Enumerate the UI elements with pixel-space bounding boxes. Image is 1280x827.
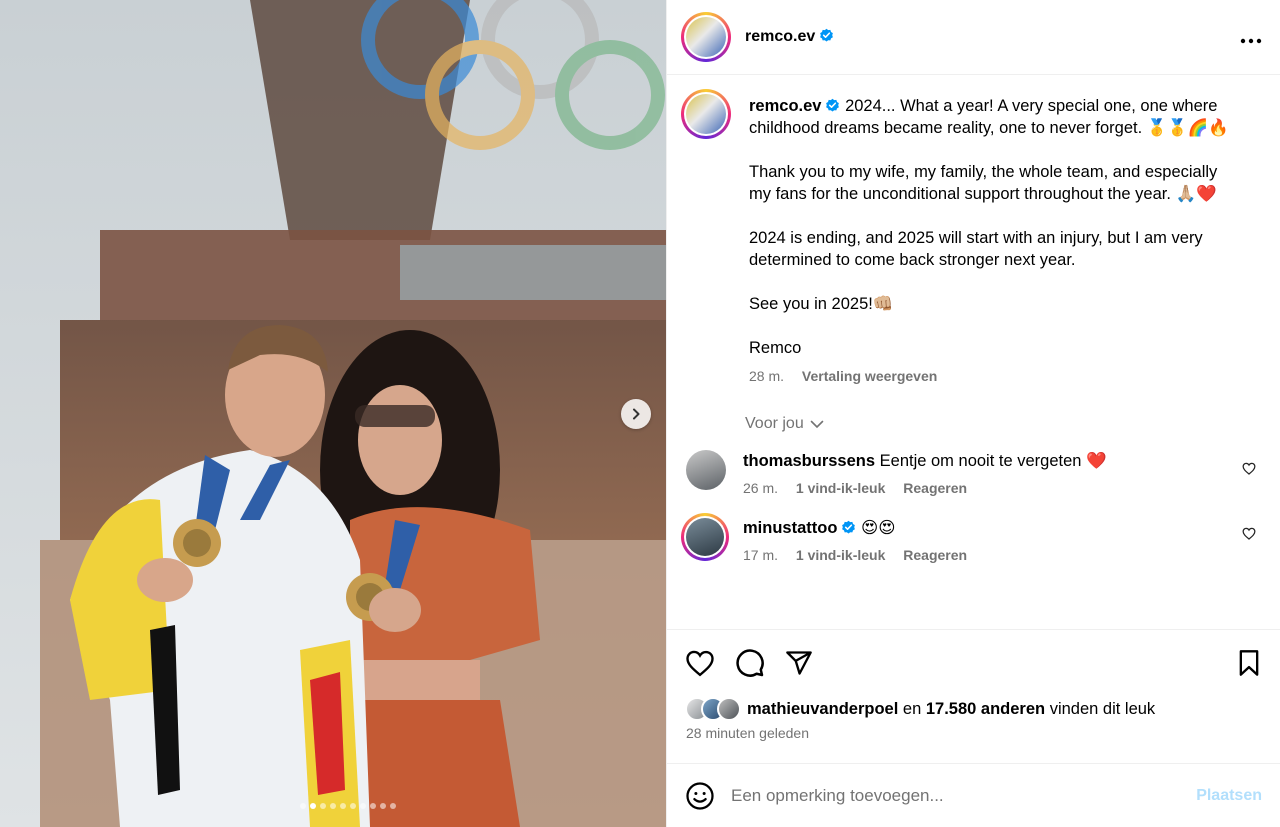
post-caption: remco.ev 2024... What a year! A very spe…: [681, 89, 1256, 387]
comment-sort-dropdown[interactable]: Voor jou: [745, 415, 1256, 433]
caption-paragraph: 2024 is ending, and 2025 will start with…: [749, 229, 1203, 269]
author-username[interactable]: remco.ev: [745, 28, 834, 46]
comment-item: minustattoo 😍😍 17 m. 1 vind-ik-leuk Reag…: [681, 513, 1256, 563]
author-avatar[interactable]: [681, 12, 731, 62]
emoji-smiley-icon: [686, 781, 714, 810]
verified-badge-icon: [842, 520, 856, 534]
comment-time[interactable]: 26 m.: [743, 480, 778, 496]
caption-time[interactable]: 28 m.: [749, 368, 784, 384]
carousel-dot: [340, 803, 346, 809]
comment-reply-button[interactable]: Reageren: [903, 547, 967, 563]
comment-button[interactable]: [735, 648, 765, 678]
comment-time[interactable]: 17 m.: [743, 547, 778, 563]
emoji-button[interactable]: [685, 781, 715, 811]
post-comment-button[interactable]: Plaatsen: [1196, 787, 1262, 805]
likes-summary: mathieuvanderpoel en 17.580 anderen vind…: [667, 695, 1280, 723]
comment-likes[interactable]: 1 vind-ik-leuk: [796, 480, 885, 496]
save-button[interactable]: [1236, 649, 1262, 677]
like-button[interactable]: [685, 649, 715, 677]
carousel-dot: [330, 803, 336, 809]
comment-text: Eentje om nooit te vergeten ❤️: [879, 452, 1107, 470]
carousel-dot: [350, 803, 356, 809]
comment-text: 😍😍: [861, 519, 896, 537]
carousel-dot: [300, 803, 306, 809]
comment-likes[interactable]: 1 vind-ik-leuk: [796, 547, 885, 563]
comment-username[interactable]: minustattoo: [743, 519, 856, 537]
post-photo: [0, 0, 666, 827]
comment-bubble-icon: [736, 648, 764, 677]
likes-connector: en: [902, 699, 922, 718]
comment-reply-button[interactable]: Reageren: [903, 480, 967, 496]
carousel-dot: [380, 803, 386, 809]
carousel-dot: [310, 803, 316, 809]
caption-signature: Remco: [749, 339, 802, 357]
comment-input[interactable]: [731, 785, 1197, 806]
post-details-panel: remco.ev remco.ev 2024... What a year! A…: [666, 0, 1280, 827]
verified-badge-icon: [826, 98, 840, 112]
caption-meta: 28 m. Vertaling weergeven: [749, 365, 1239, 387]
next-photo-button[interactable]: [621, 399, 651, 429]
caption-author-avatar[interactable]: [681, 89, 731, 139]
add-comment-bar: Plaatsen: [667, 763, 1280, 827]
comments-scroll-area[interactable]: remco.ev 2024... What a year! A very spe…: [667, 75, 1280, 629]
carousel-dot: [360, 803, 366, 809]
bookmark-icon: [1239, 649, 1259, 676]
more-options-button[interactable]: [1240, 24, 1262, 50]
caption-paragraph: See you in 2025!👊🏼: [749, 295, 894, 313]
instagram-post-view: remco.ev remco.ev 2024... What a year! A…: [0, 0, 1280, 827]
carousel-dot: [390, 803, 396, 809]
post-actions-bar: [667, 629, 1280, 695]
comment-sort-label: Voor jou: [745, 415, 804, 432]
chevron-down-icon: [810, 420, 824, 428]
comment-like-button[interactable]: [1242, 462, 1256, 480]
post-header: remco.ev: [667, 0, 1280, 75]
heart-outline-icon: [686, 650, 714, 676]
comment-avatar[interactable]: [681, 513, 729, 561]
share-button[interactable]: [785, 649, 813, 677]
carousel-indicator: [0, 803, 666, 809]
comment-item: thomasburssens Eentje om nooit te verget…: [681, 450, 1256, 496]
carousel-dot: [370, 803, 376, 809]
translate-link[interactable]: Vertaling weergeven: [802, 368, 937, 384]
more-horizontal-icon: [1240, 38, 1262, 44]
comment-username[interactable]: thomasburssens: [743, 452, 875, 470]
post-media: [0, 0, 666, 827]
chevron-right-icon: [633, 408, 640, 420]
comment-avatar[interactable]: [686, 450, 726, 490]
post-timestamp[interactable]: 28 minuten geleden: [667, 725, 1280, 763]
likes-count-link[interactable]: 17.580 anderen: [926, 700, 1045, 719]
comment-like-button[interactable]: [1242, 527, 1256, 545]
likes-suffix: vinden dit leuk: [1049, 699, 1156, 718]
caption-username[interactable]: remco.ev: [749, 97, 840, 115]
liker-username[interactable]: mathieuvanderpoel: [747, 700, 898, 719]
send-paper-plane-icon: [786, 650, 812, 675]
verified-badge-icon: [820, 28, 834, 42]
caption-paragraph: Thank you to my wife, my family, the who…: [749, 163, 1218, 203]
liker-avatars[interactable]: [685, 697, 741, 721]
carousel-dot: [320, 803, 326, 809]
heart-outline-icon: [1242, 527, 1256, 540]
heart-outline-icon: [1242, 462, 1256, 475]
